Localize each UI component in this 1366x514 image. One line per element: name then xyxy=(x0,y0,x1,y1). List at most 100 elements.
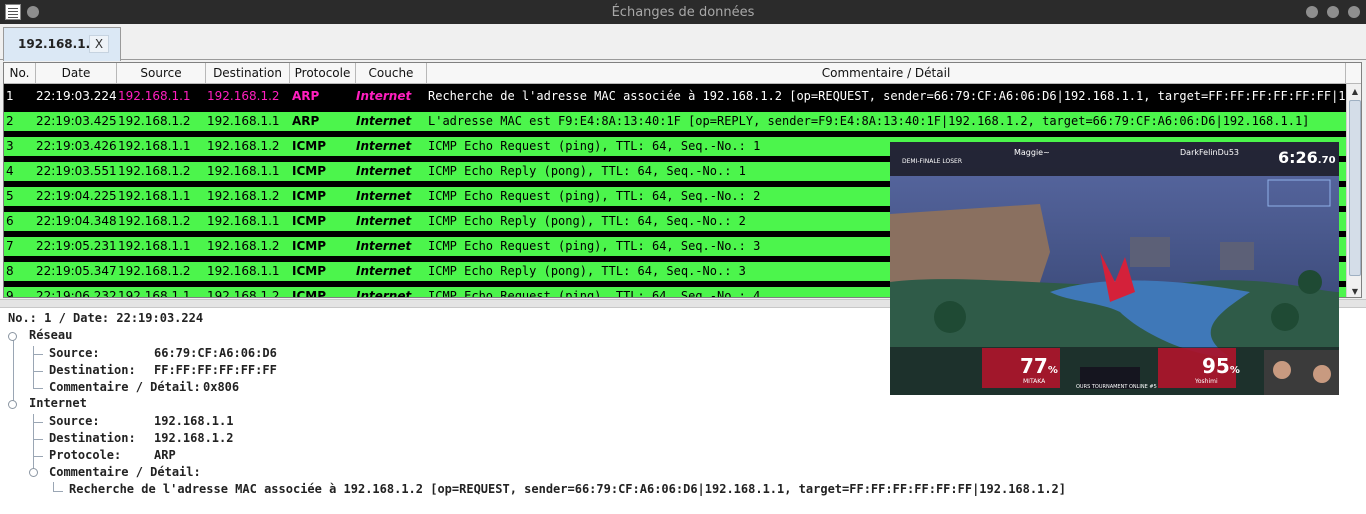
scroll-up-icon[interactable]: ▲ xyxy=(1347,84,1361,99)
row-layer: Internet xyxy=(356,239,412,253)
row-date: 22:19:03.551 xyxy=(36,164,116,178)
column-header-source[interactable]: Source xyxy=(117,63,206,84)
column-header-layer[interactable]: Couche xyxy=(356,63,427,84)
column-header-destination[interactable]: Destination xyxy=(206,63,290,84)
row-date: 22:19:04.225 xyxy=(36,189,116,203)
reseau-comment-key: Commentaire / Détail: xyxy=(49,380,201,394)
internet-comment-key[interactable]: Commentaire / Détail: xyxy=(49,464,201,481)
row-date: 22:19:03.224 xyxy=(36,89,116,103)
row-protocol: ARP xyxy=(292,114,320,128)
row-date: 22:19:04.348 xyxy=(36,214,116,228)
tree-connector xyxy=(33,439,43,440)
match-timer: 6:26.70 xyxy=(1278,148,1336,167)
table-header: No. Date Source Destination Protocole Co… xyxy=(4,63,1361,84)
row-source: 192.168.1.1 xyxy=(118,139,191,153)
video-overlay[interactable]: Maggie~ DarkFelinDu53 DEMI-FINALE LOSER … xyxy=(890,142,1339,395)
row-destination: 192.168.1.2 xyxy=(207,89,280,103)
minimize-button[interactable] xyxy=(1306,6,1318,18)
row-destination: 192.168.1.1 xyxy=(207,264,280,278)
row-number: 3 xyxy=(6,139,14,153)
row-layer: Internet xyxy=(356,89,412,103)
row-number: 2 xyxy=(6,114,14,128)
tree-connector xyxy=(33,422,43,423)
column-header-date[interactable]: Date xyxy=(36,63,117,84)
row-layer: Internet xyxy=(356,264,412,278)
internet-comment-value: Recherche de l'adresse MAC associée à 19… xyxy=(69,482,1066,496)
internet-destination-value: 192.168.1.2 xyxy=(154,431,234,445)
row-layer: Internet xyxy=(356,189,412,203)
internet-source-value: 192.168.1.1 xyxy=(154,414,234,428)
internet-protocol-value: ARP xyxy=(154,448,176,462)
row-number: 1 xyxy=(6,89,14,103)
row-number: 8 xyxy=(6,264,14,278)
tree-connector xyxy=(53,491,63,492)
scroll-down-icon[interactable]: ▼ xyxy=(1347,284,1361,297)
row-source: 192.168.1.1 xyxy=(118,89,191,103)
table-scrollbar[interactable]: ▲ ▼ xyxy=(1346,84,1361,297)
row-protocol: ICMP xyxy=(292,189,327,203)
left-character-name: MITAKA xyxy=(1023,378,1046,385)
row-date: 22:19:05.347 xyxy=(36,264,116,278)
row-number: 6 xyxy=(6,214,14,228)
table-row[interactable]: 1 22:19:03.224 192.168.1.1 192.168.1.2 ARP In… xyxy=(4,84,1346,109)
row-number: 7 xyxy=(6,239,14,253)
column-header-no[interactable]: No. xyxy=(4,63,36,84)
close-window-button[interactable] xyxy=(1348,6,1360,18)
expand-node-icon[interactable] xyxy=(29,468,38,477)
tab-bar: 192.168.1.1 X xyxy=(0,24,1366,61)
column-header-protocol[interactable]: Protocole xyxy=(290,63,356,84)
tree-connector xyxy=(33,456,43,457)
row-date: 22:19:05.231 xyxy=(36,239,116,253)
event-name: OURS TOURNAMENT ONLINE #5 xyxy=(1076,384,1157,390)
reseau-destination-value: FF:FF:FF:FF:FF:FF xyxy=(154,363,277,377)
tree-connector xyxy=(33,371,43,372)
row-number: 5 xyxy=(6,189,14,203)
row-protocol: ICMP xyxy=(292,214,327,228)
tree-connector xyxy=(33,414,34,475)
row-comment: Recherche de l'adresse MAC associée à 19… xyxy=(428,89,1346,103)
video-frame xyxy=(890,142,1339,395)
row-comment: L'adresse MAC est F9:E4:8A:13:40:1F [op=… xyxy=(428,114,1310,128)
tab-192-168-1-1[interactable]: 192.168.1.1 X xyxy=(3,27,121,61)
tree-node-reseau[interactable]: Réseau xyxy=(29,327,72,344)
row-protocol: ICMP xyxy=(292,164,327,178)
row-protocol: ICMP xyxy=(292,264,327,278)
left-damage-percent: 77% xyxy=(1020,354,1058,378)
maximize-button[interactable] xyxy=(1327,6,1339,18)
expand-node-icon[interactable] xyxy=(8,332,17,341)
row-layer: Internet xyxy=(356,164,412,178)
row-date: 22:19:03.425 xyxy=(36,114,116,128)
tree-connector xyxy=(13,335,14,405)
row-layer: Internet xyxy=(356,139,412,153)
row-layer: Internet xyxy=(356,114,412,128)
expand-node-icon[interactable] xyxy=(8,400,17,409)
player-left-name: Maggie~ xyxy=(1014,148,1050,157)
right-damage-percent: 95% xyxy=(1202,354,1240,378)
row-source: 192.168.1.1 xyxy=(118,239,191,253)
scrollbar-thumb[interactable] xyxy=(1349,100,1361,276)
row-date: 22:19:03.426 xyxy=(36,139,116,153)
tab-close-button[interactable]: X xyxy=(89,35,109,53)
row-source: 192.168.1.2 xyxy=(118,264,191,278)
internet-destination-key: Destination: xyxy=(49,431,136,445)
row-destination: 192.168.1.2 xyxy=(207,189,280,203)
player-right-name: DarkFelinDu53 xyxy=(1180,148,1239,157)
internet-source-key: Source: xyxy=(49,414,100,428)
reseau-source-value: 66:79:CF:A6:06:D6 xyxy=(154,346,277,360)
tree-connector xyxy=(33,346,34,388)
detail-header: No.: 1 / Date: 22:19:03.224 xyxy=(8,311,204,325)
tree-node-internet[interactable]: Internet xyxy=(29,395,87,412)
row-destination: 192.168.1.1 xyxy=(207,164,280,178)
table-row[interactable]: 2 22:19:03.425 192.168.1.2 192.168.1.1 ARP In… xyxy=(4,109,1346,134)
row-source: 192.168.1.2 xyxy=(118,164,191,178)
row-number: 4 xyxy=(6,164,14,178)
tree-connector xyxy=(33,388,43,389)
row-protocol: ICMP xyxy=(292,139,327,153)
row-destination: 192.168.1.1 xyxy=(207,214,280,228)
row-protocol: ICMP xyxy=(292,239,327,253)
column-header-comment[interactable]: Commentaire / Détail xyxy=(427,63,1346,84)
round-label: DEMI-FINALE LOSER xyxy=(902,158,962,165)
row-destination: 192.168.1.2 xyxy=(207,239,280,253)
row-destination: 192.168.1.2 xyxy=(207,139,280,153)
tree-connector xyxy=(33,354,43,355)
